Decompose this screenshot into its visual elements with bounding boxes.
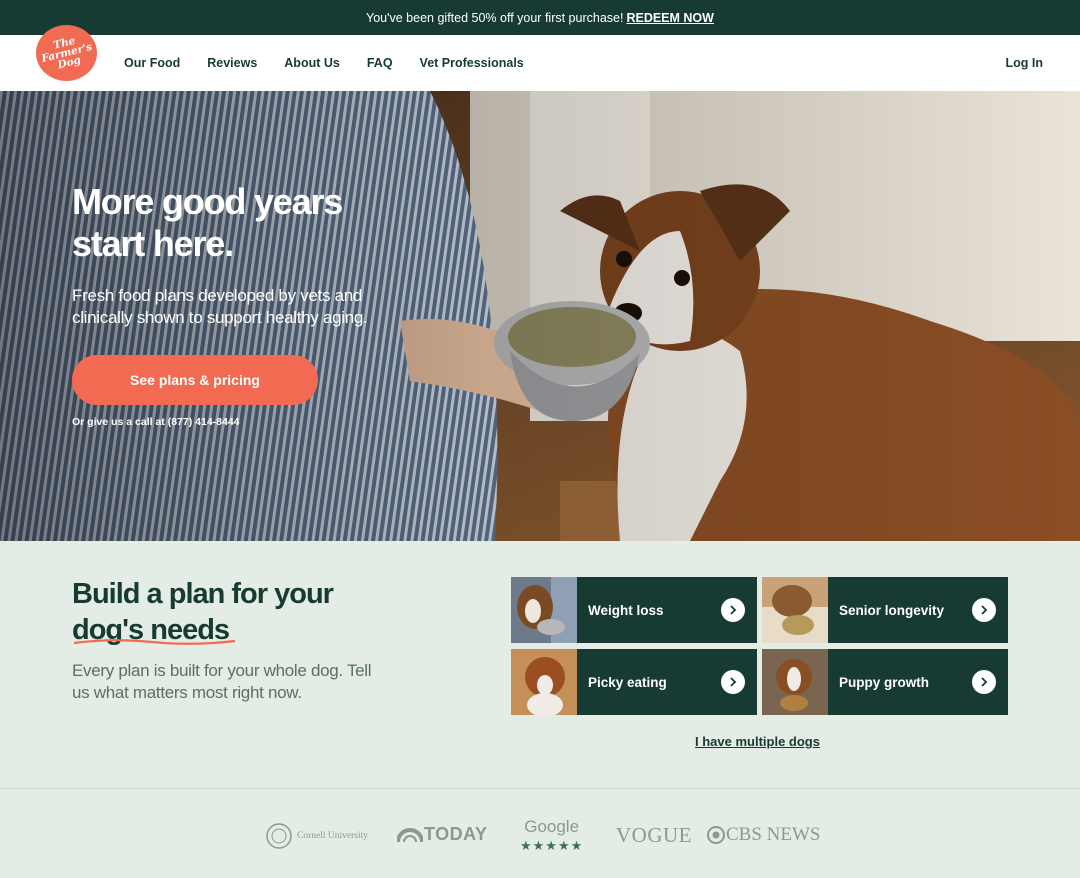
tile-label: Weight loss <box>588 602 664 618</box>
top-nav: The Farmer's Dog Our Food Reviews About Us… <box>0 25 1080 91</box>
nav-vet-professionals[interactable]: Vet Professionals <box>420 56 524 70</box>
tile-senior-longevity[interactable]: Senior longevity <box>762 577 1008 643</box>
cbs-eye-icon <box>707 826 725 844</box>
tile-photo <box>762 649 828 715</box>
redeem-link[interactable]: REDEEM NOW <box>626 11 714 25</box>
multiple-dogs-link[interactable]: I have multiple dogs <box>695 734 820 749</box>
tile-label: Senior longevity <box>839 602 945 618</box>
promo-banner: You've been gifted 50% off your first pu… <box>0 0 1080 35</box>
call-text: Or give us a call at (877) 414-8444 <box>72 416 240 428</box>
hero-section: More good years start here. Fresh food p… <box>0 91 1080 541</box>
chevron-right-icon <box>721 670 745 694</box>
plan-title-line1: Build a plan for your <box>72 578 334 610</box>
cornell-seal-icon <box>266 823 292 849</box>
tile-label: Picky eating <box>588 674 667 690</box>
tile-photo <box>511 577 577 643</box>
cornell-text: Cornell University <box>297 831 368 841</box>
tile-photo <box>762 577 828 643</box>
plan-subtitle: Every plan is built for your whole dog. … <box>72 661 372 702</box>
cbs-logo: CBS NEWS <box>707 824 821 846</box>
today-sun-icon <box>397 827 423 842</box>
hero-content: More good years start here. Fresh food p… <box>72 181 412 428</box>
logo-badge: The Farmer's Dog <box>36 25 97 81</box>
google-logo: Google ★★★★★ <box>520 817 583 854</box>
chevron-right-icon <box>721 598 745 622</box>
logo-text: The Farmer's Dog <box>39 34 94 72</box>
see-plans-button[interactable]: See plans & pricing <box>72 355 318 405</box>
tile-picky-eating[interactable]: Picky eating <box>511 649 757 715</box>
today-text: TODAY <box>424 824 488 844</box>
cbs-text: CBS NEWS <box>726 824 821 845</box>
promo-text: You've been gifted 50% off your first pu… <box>366 10 624 25</box>
chevron-right-icon <box>972 598 996 622</box>
google-stars-icon: ★★★★★ <box>520 838 584 853</box>
tile-weight-loss[interactable]: Weight loss <box>511 577 757 643</box>
google-text: Google <box>524 817 580 836</box>
nav-links: Our Food Reviews About Us FAQ Vet Profes… <box>124 35 524 91</box>
tile-puppy-growth[interactable]: Puppy growth <box>762 649 1008 715</box>
squiggle-underline <box>73 639 236 645</box>
chevron-right-icon <box>972 670 996 694</box>
tile-label: Puppy growth <box>839 674 929 690</box>
nav-faq[interactable]: FAQ <box>367 56 393 70</box>
hero-title: More good years start here. <box>72 181 343 264</box>
nav-our-food[interactable]: Our Food <box>124 56 180 70</box>
login-link[interactable]: Log In <box>1006 35 1044 91</box>
vogue-text: VOGUE <box>616 823 692 847</box>
nav-about-us[interactable]: About Us <box>284 56 340 70</box>
today-logo: TODAY <box>397 824 488 845</box>
nav-reviews[interactable]: Reviews <box>207 56 257 70</box>
cornell-logo: Cornell University <box>266 823 368 849</box>
vogue-logo: VOGUE <box>616 823 692 848</box>
divider <box>0 788 1080 789</box>
tile-photo <box>511 649 577 715</box>
logo[interactable]: The Farmer's Dog <box>36 25 97 81</box>
hero-subtitle: Fresh food plans developed by vets and c… <box>72 286 368 327</box>
